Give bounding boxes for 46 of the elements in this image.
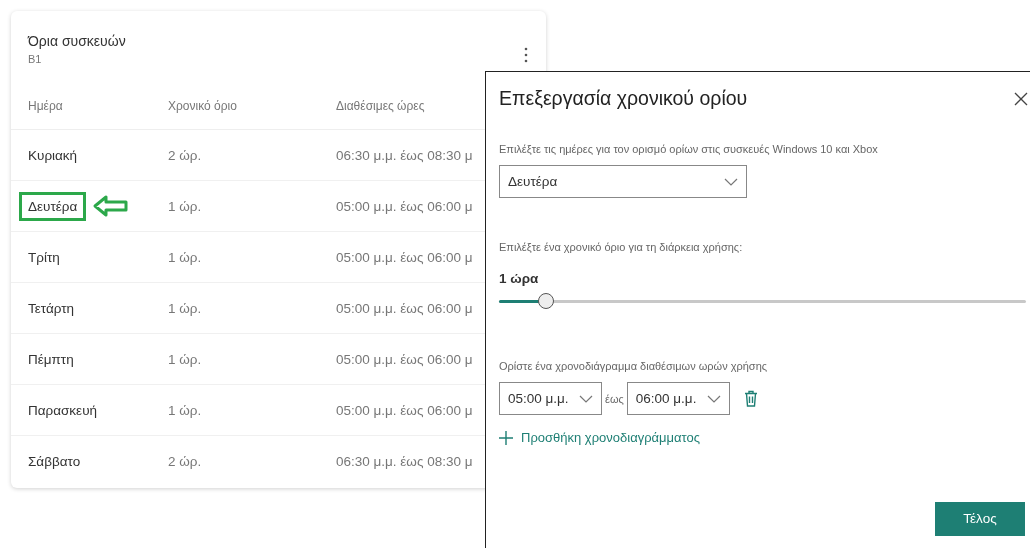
table-cell: 1 ώρ.	[168, 351, 202, 367]
column-header: Διαθέσιμες ώρες	[336, 99, 425, 113]
slider-thumb[interactable]	[538, 293, 555, 309]
table-cell: 05:00 μ.μ. έως 06:00 μ	[336, 249, 473, 265]
arrow-icon	[92, 194, 131, 218]
table-cell-text: Τετάρτη	[27, 299, 76, 318]
table-cell-text: Παρασκευή	[27, 401, 99, 420]
table-cell: 1 ώρ.	[168, 198, 202, 214]
limit-value: 1 ώρα	[499, 271, 540, 286]
delete-icon[interactable]	[743, 390, 758, 407]
table-cell: 05:00 μ.μ. έως 06:00 μ	[336, 198, 473, 214]
field-label: Επιλέξτε τις ημέρες για τον ορισμό ορίων στις συσκευές Windows 10 και Xbox	[499, 143, 879, 155]
separator-text: έως	[605, 392, 624, 405]
card-title: Όρια συσκευών	[28, 33, 126, 49]
chevron-icon	[579, 394, 593, 403]
table-cell: 05:00 μ.μ. έως 06:00 μ	[336, 351, 473, 367]
column-header: Χρονικό όριο	[168, 99, 237, 113]
device-name: B1	[28, 53, 43, 65]
plus-icon	[499, 430, 513, 445]
table-cell: 06:30 μ.μ. έως 08:30 μ	[336, 147, 473, 163]
table-cell: 05:00 μ.μ. έως 06:00 μ	[336, 300, 473, 316]
table-cell-text: Πέμπτη	[27, 350, 75, 369]
close-icon[interactable]	[1014, 91, 1028, 106]
table-cell: 2 ώρ.	[168, 147, 202, 163]
table-cell: 1 ώρ.	[168, 300, 202, 316]
table-cell: Δευτέρα	[19, 191, 87, 221]
table-cell: 1 ώρ.	[168, 249, 202, 265]
table-cell-text: Σάββατο	[27, 452, 82, 471]
end-time-dropdown[interactable]: 06:00 μ.μ.	[626, 382, 730, 415]
field-label: Ορίστε ένα χρονοδιάγραμμα διαθέσιμων ωρών χρήσης	[499, 360, 769, 372]
field-label: Επιλέξτε ένα χρονικό όριο για τη διάρκεια χρήσης:	[499, 241, 744, 253]
panel-title: Επεξεργασία χρονικού ορίου	[499, 87, 748, 110]
table-cell: 05:00 μ.μ. έως 06:00 μ	[336, 402, 473, 418]
table-cell: 06:30 μ.μ. έως 08:30 μ	[336, 453, 473, 469]
done-button[interactable]: Τέλος	[935, 501, 1025, 536]
table-cell: 2 ώρ.	[168, 453, 202, 469]
more-options-icon[interactable]	[524, 47, 528, 63]
column-header: Ημέρα	[28, 99, 63, 113]
chevron-icon	[706, 394, 721, 403]
table-cell-text: Κυριακή	[27, 146, 79, 165]
chevron-icon	[724, 177, 738, 186]
day-dropdown[interactable]: Δευτέρα	[499, 165, 747, 198]
table-cell-text: Τρίτη	[27, 248, 61, 267]
add-schedule-link[interactable]: Προσθήκη χρονοδιαγράμματος	[499, 430, 700, 445]
start-time-dropdown[interactable]: 05:00 μ.μ.	[499, 382, 602, 415]
table-cell: 1 ώρ.	[168, 402, 202, 418]
